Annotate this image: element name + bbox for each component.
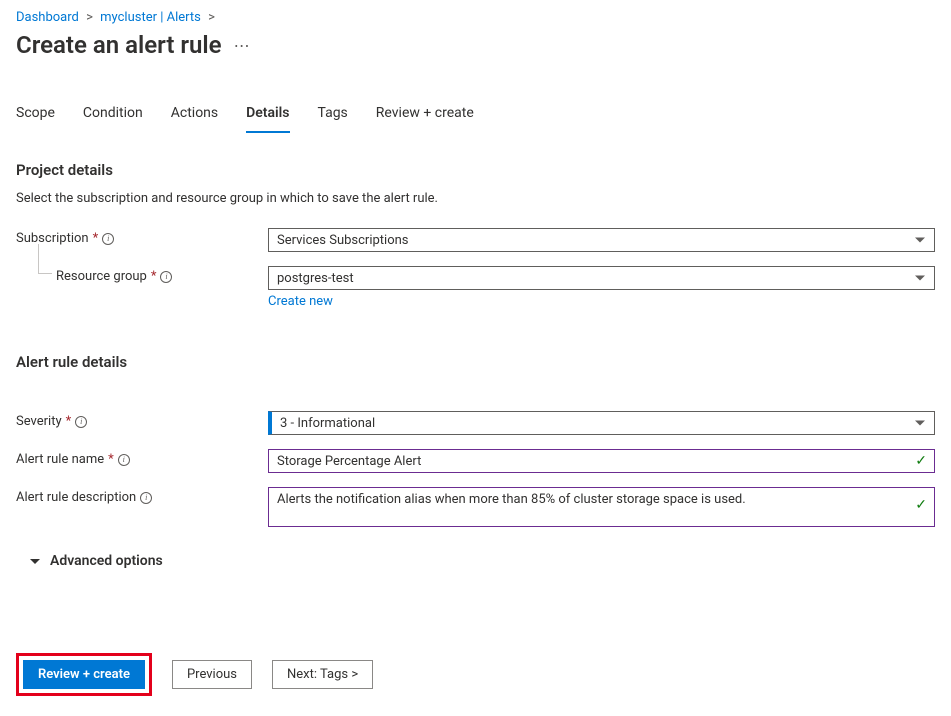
alert-rule-description-input[interactable]: Alerts the notification alias when more … — [268, 487, 935, 527]
tabs: Scope Condition Actions Details Tags Rev… — [16, 105, 935, 133]
alert-rule-description-label: Alert rule description i — [16, 487, 268, 505]
severity-select[interactable]: 3 - Informational — [268, 411, 935, 435]
resource-group-row: Resource group * i postgres-test Create … — [16, 266, 935, 309]
tab-tags[interactable]: Tags — [318, 105, 348, 133]
check-icon: ✓ — [915, 453, 927, 469]
advanced-options-label: Advanced options — [50, 553, 163, 569]
alert-rule-name-row: Alert rule name * i ✓ — [16, 449, 935, 473]
review-create-button[interactable]: Review + create — [23, 660, 145, 689]
footer-buttons: Review + create Previous Next: Tags > — [16, 653, 935, 696]
indent-line — [38, 244, 52, 274]
alert-rule-details-heading: Alert rule details — [16, 353, 935, 371]
tab-actions[interactable]: Actions — [171, 105, 218, 133]
subscription-label: Subscription * i — [16, 228, 268, 246]
breadcrumb-separator: > — [208, 10, 215, 25]
subscription-row: Subscription * i Services Subscriptions — [16, 228, 935, 252]
advanced-options-toggle[interactable]: Advanced options — [16, 553, 935, 569]
breadcrumb-link-cluster-alerts[interactable]: mycluster | Alerts — [100, 10, 201, 25]
severity-label-text: Severity — [16, 414, 62, 429]
breadcrumb: Dashboard > mycluster | Alerts > — [16, 10, 935, 25]
page-title-row: Create an alert rule ⋯ — [16, 31, 935, 59]
subscription-label-text: Subscription — [16, 231, 89, 246]
tab-condition[interactable]: Condition — [83, 105, 143, 133]
page-title: Create an alert rule — [16, 31, 222, 59]
more-menu-icon[interactable]: ⋯ — [234, 36, 251, 55]
info-icon[interactable]: i — [160, 271, 172, 283]
required-indicator: * — [66, 414, 72, 429]
resource-group-label-text: Resource group — [56, 269, 147, 284]
chevron-down-icon — [30, 559, 40, 564]
previous-button[interactable]: Previous — [172, 660, 252, 689]
alert-rule-name-input[interactable] — [268, 449, 935, 473]
project-details-description: Select the subscription and resource gro… — [16, 191, 935, 206]
info-icon[interactable]: i — [75, 416, 87, 428]
required-indicator: * — [93, 231, 99, 246]
check-icon: ✓ — [915, 497, 927, 513]
alert-rule-description-label-text: Alert rule description — [16, 490, 136, 505]
highlight-box: Review + create — [16, 653, 152, 696]
project-details-heading: Project details — [16, 161, 935, 179]
resource-group-select[interactable]: postgres-test — [268, 266, 935, 290]
severity-label: Severity * i — [16, 411, 268, 429]
tab-review-create[interactable]: Review + create — [376, 105, 474, 133]
info-icon[interactable]: i — [118, 454, 130, 466]
tab-details[interactable]: Details — [246, 105, 289, 133]
required-indicator: * — [108, 452, 114, 467]
resource-group-label: Resource group * i — [16, 266, 268, 284]
breadcrumb-link-dashboard[interactable]: Dashboard — [16, 10, 79, 25]
create-new-link[interactable]: Create new — [268, 294, 333, 309]
info-icon[interactable]: i — [102, 233, 114, 245]
subscription-select[interactable]: Services Subscriptions — [268, 228, 935, 252]
alert-rule-description-row: Alert rule description i Alerts the noti… — [16, 487, 935, 531]
tab-scope[interactable]: Scope — [16, 105, 55, 133]
alert-rule-name-label-text: Alert rule name — [16, 452, 104, 467]
next-tags-button[interactable]: Next: Tags > — [272, 660, 373, 689]
required-indicator: * — [151, 269, 157, 284]
severity-row: Severity * i 3 - Informational — [16, 411, 935, 435]
breadcrumb-separator: > — [86, 10, 93, 25]
alert-rule-name-label: Alert rule name * i — [16, 449, 268, 467]
info-icon[interactable]: i — [140, 492, 152, 504]
